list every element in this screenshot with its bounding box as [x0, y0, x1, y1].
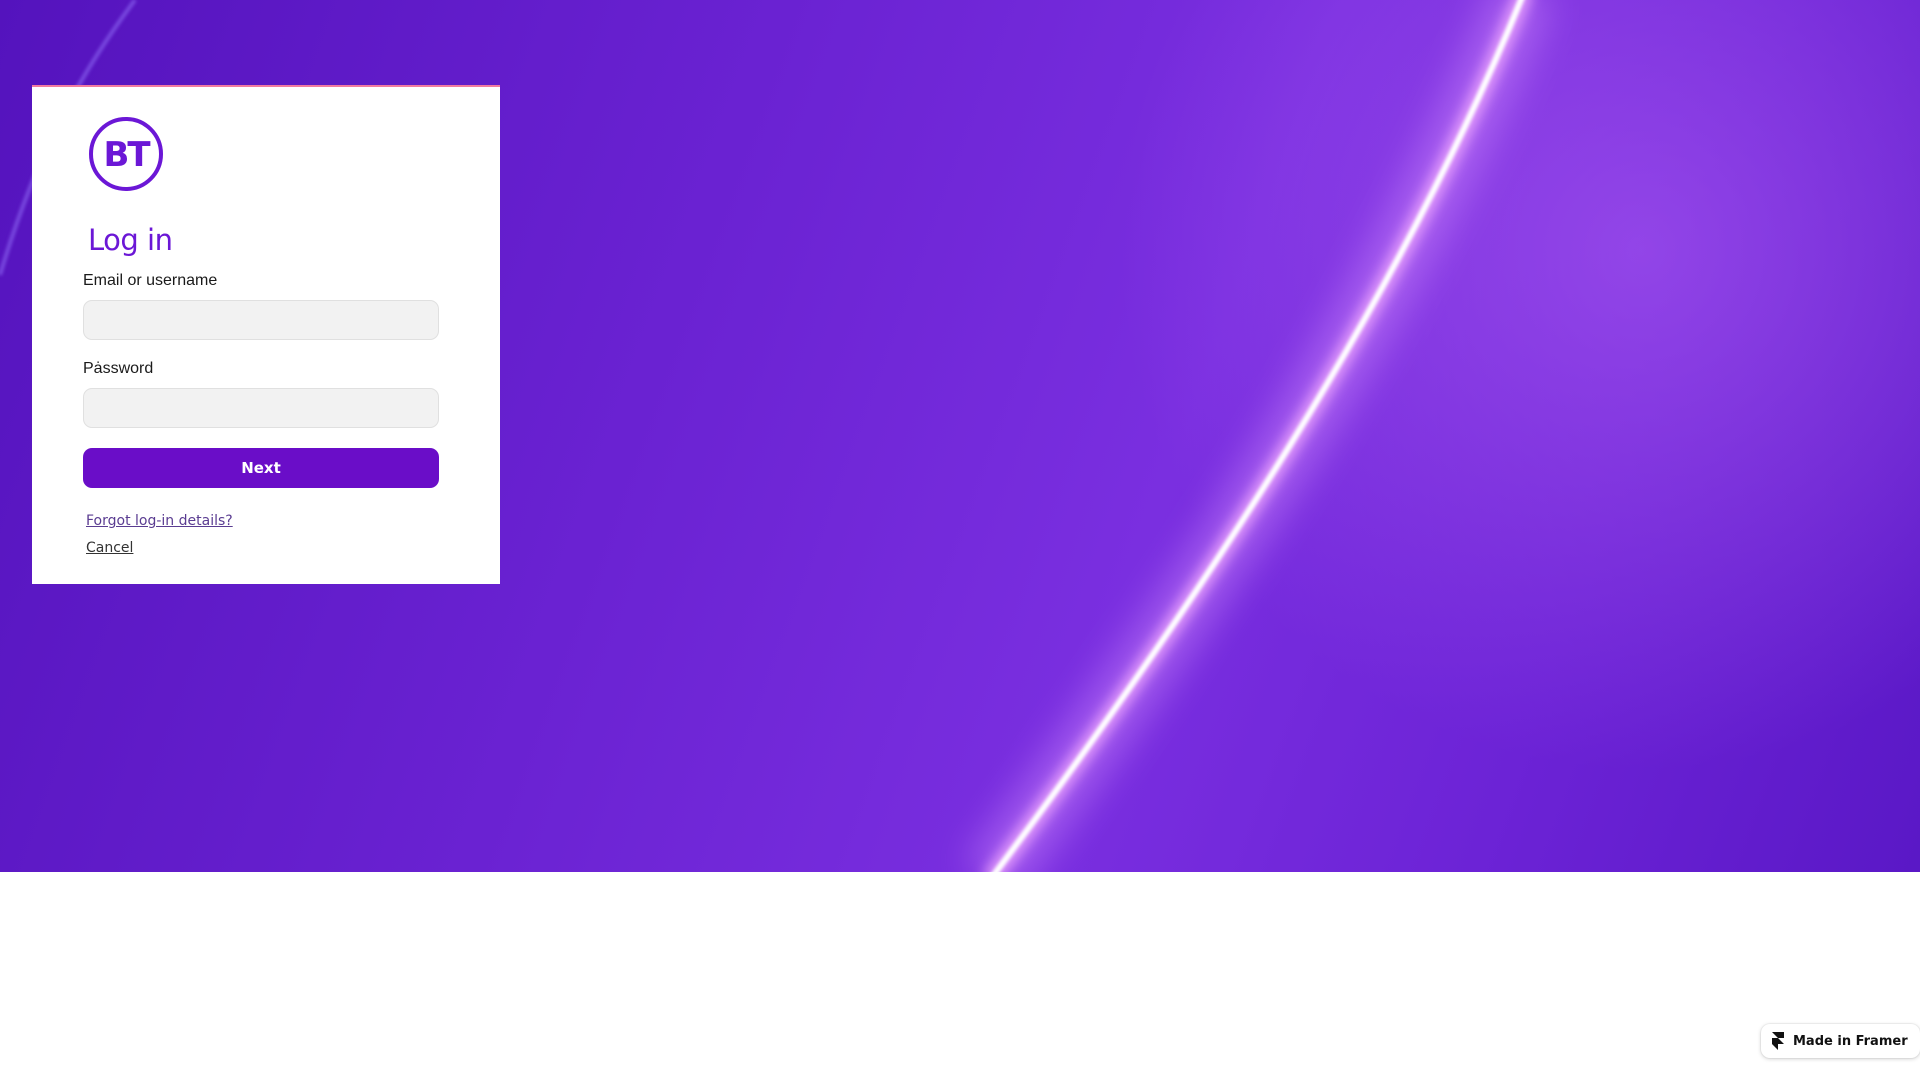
page-title: Log in — [88, 223, 173, 257]
cancel-link[interactable]: Cancel — [86, 540, 133, 556]
email-input[interactable] — [83, 300, 439, 340]
login-card: BT Log in Email or username Pȧssword Nex… — [32, 85, 500, 584]
forgot-login-link[interactable]: Forgot log-in details? — [86, 513, 233, 529]
made-in-framer-badge[interactable]: Made in Framer — [1761, 1024, 1920, 1058]
password-input[interactable] — [83, 388, 439, 428]
bt-logo-text: BT — [103, 135, 151, 175]
email-label: Email or username — [83, 272, 218, 289]
bt-logo: BT — [89, 117, 163, 191]
next-button[interactable]: Next — [83, 448, 439, 488]
made-in-framer-label: Made in Framer — [1793, 1033, 1908, 1049]
framer-icon — [1772, 1032, 1784, 1050]
password-label: Pȧssword — [83, 360, 154, 377]
